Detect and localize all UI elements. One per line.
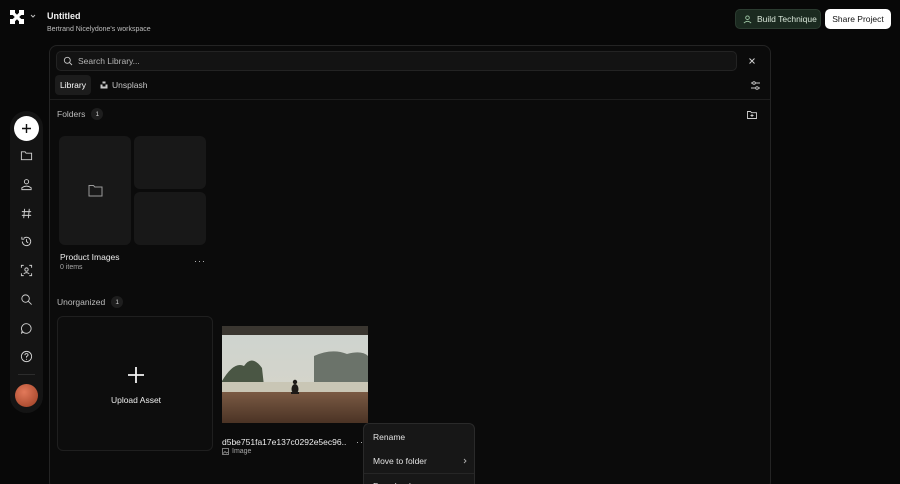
asset-type-label: Image: [232, 448, 252, 455]
folders-header: Folders 1: [57, 108, 104, 120]
library-tabs: Library Unsplash: [55, 75, 152, 95]
rail-divider: [18, 374, 35, 375]
filter-icon[interactable]: [750, 80, 761, 91]
folder-item-count: 0 items: [60, 264, 83, 271]
top-bar: Untitled Bertrand Nicelydone's workspace…: [0, 0, 900, 40]
tab-library-label: Library: [60, 80, 86, 90]
menu-item-download[interactable]: Download: [364, 475, 474, 484]
build-technique-button[interactable]: Build Technique: [735, 9, 821, 29]
add-button[interactable]: [14, 116, 39, 141]
asset-context-menu: Rename Move to folder Download: [363, 423, 475, 484]
asset-thumbnail[interactable]: [222, 326, 368, 423]
unorganized-count-badge: 1: [111, 296, 124, 308]
workspace-name: Bertrand Nicelydone's workspace: [47, 26, 151, 33]
upload-asset-button[interactable]: Upload Asset: [57, 316, 213, 451]
library-panel: Library Unsplash Folders 1 Product Image…: [49, 45, 771, 484]
folder-icon: [20, 151, 33, 161]
chevron-down-icon[interactable]: [29, 11, 37, 21]
search-icon: [63, 56, 73, 66]
asset-image: [222, 326, 368, 423]
folder-preview-slot: [134, 136, 206, 189]
upload-asset-label: Upload Asset: [110, 395, 162, 405]
history-tool-button[interactable]: [18, 233, 35, 250]
character-tool-button[interactable]: [18, 176, 35, 193]
tab-unsplash-label: Unsplash: [111, 80, 148, 90]
unorganized-label: Unorganized: [57, 297, 106, 307]
menu-divider: [364, 473, 474, 474]
person-upload-icon: [743, 14, 752, 23]
asset-name[interactable]: d5be751fa17e137c0292e5ec96...: [222, 437, 346, 447]
share-project-button[interactable]: Share Project: [825, 9, 891, 29]
image-icon: [222, 448, 229, 455]
avatar[interactable]: [15, 384, 38, 407]
menu-item-move-to-folder[interactable]: Move to folder: [364, 450, 474, 472]
search-tool-button[interactable]: [18, 291, 35, 308]
tool-rail: [10, 111, 43, 413]
tab-library[interactable]: Library: [55, 75, 91, 95]
search-input[interactable]: [78, 56, 678, 66]
folder-preview-slot: [134, 192, 206, 245]
chevron-right-icon: [463, 458, 467, 464]
scan-face-icon: [20, 264, 33, 277]
folder-card[interactable]: [59, 136, 206, 245]
close-icon[interactable]: [746, 55, 758, 67]
project-title[interactable]: Untitled: [47, 11, 81, 21]
menu-item-rename[interactable]: Rename: [364, 426, 474, 448]
panel-divider: [50, 99, 770, 100]
folders-label: Folders: [57, 109, 86, 119]
person-icon: [21, 179, 32, 191]
help-icon: [20, 350, 33, 363]
tab-unsplash[interactable]: Unsplash: [95, 75, 152, 95]
unsplash-icon: [100, 81, 108, 89]
plus-icon: [22, 124, 31, 133]
unorganized-header: Unorganized 1: [57, 296, 124, 308]
history-icon: [21, 236, 32, 247]
folder-icon: [88, 185, 102, 197]
chat-icon: [20, 323, 32, 334]
folder-preview: [59, 136, 131, 245]
menu-item-move-label: Move to folder: [373, 456, 427, 466]
search-icon: [21, 294, 32, 305]
search-bar[interactable]: [56, 51, 737, 71]
tags-tool-button[interactable]: [18, 205, 35, 222]
plus-icon: [128, 367, 144, 383]
app-logo-icon[interactable]: [9, 9, 25, 25]
library-tool-button[interactable]: [18, 147, 35, 164]
folder-name[interactable]: Product Images: [60, 252, 120, 262]
folders-count-badge: 1: [91, 108, 104, 120]
hash-icon: [21, 208, 32, 219]
help-tool-button[interactable]: [18, 348, 35, 365]
new-folder-icon[interactable]: [746, 109, 758, 121]
build-technique-label: Build Technique: [757, 14, 817, 24]
chat-tool-button[interactable]: [18, 320, 35, 337]
folder-more-icon[interactable]: ···: [194, 256, 206, 266]
asset-type: Image: [222, 448, 251, 455]
face-scan-tool-button[interactable]: [18, 262, 35, 279]
